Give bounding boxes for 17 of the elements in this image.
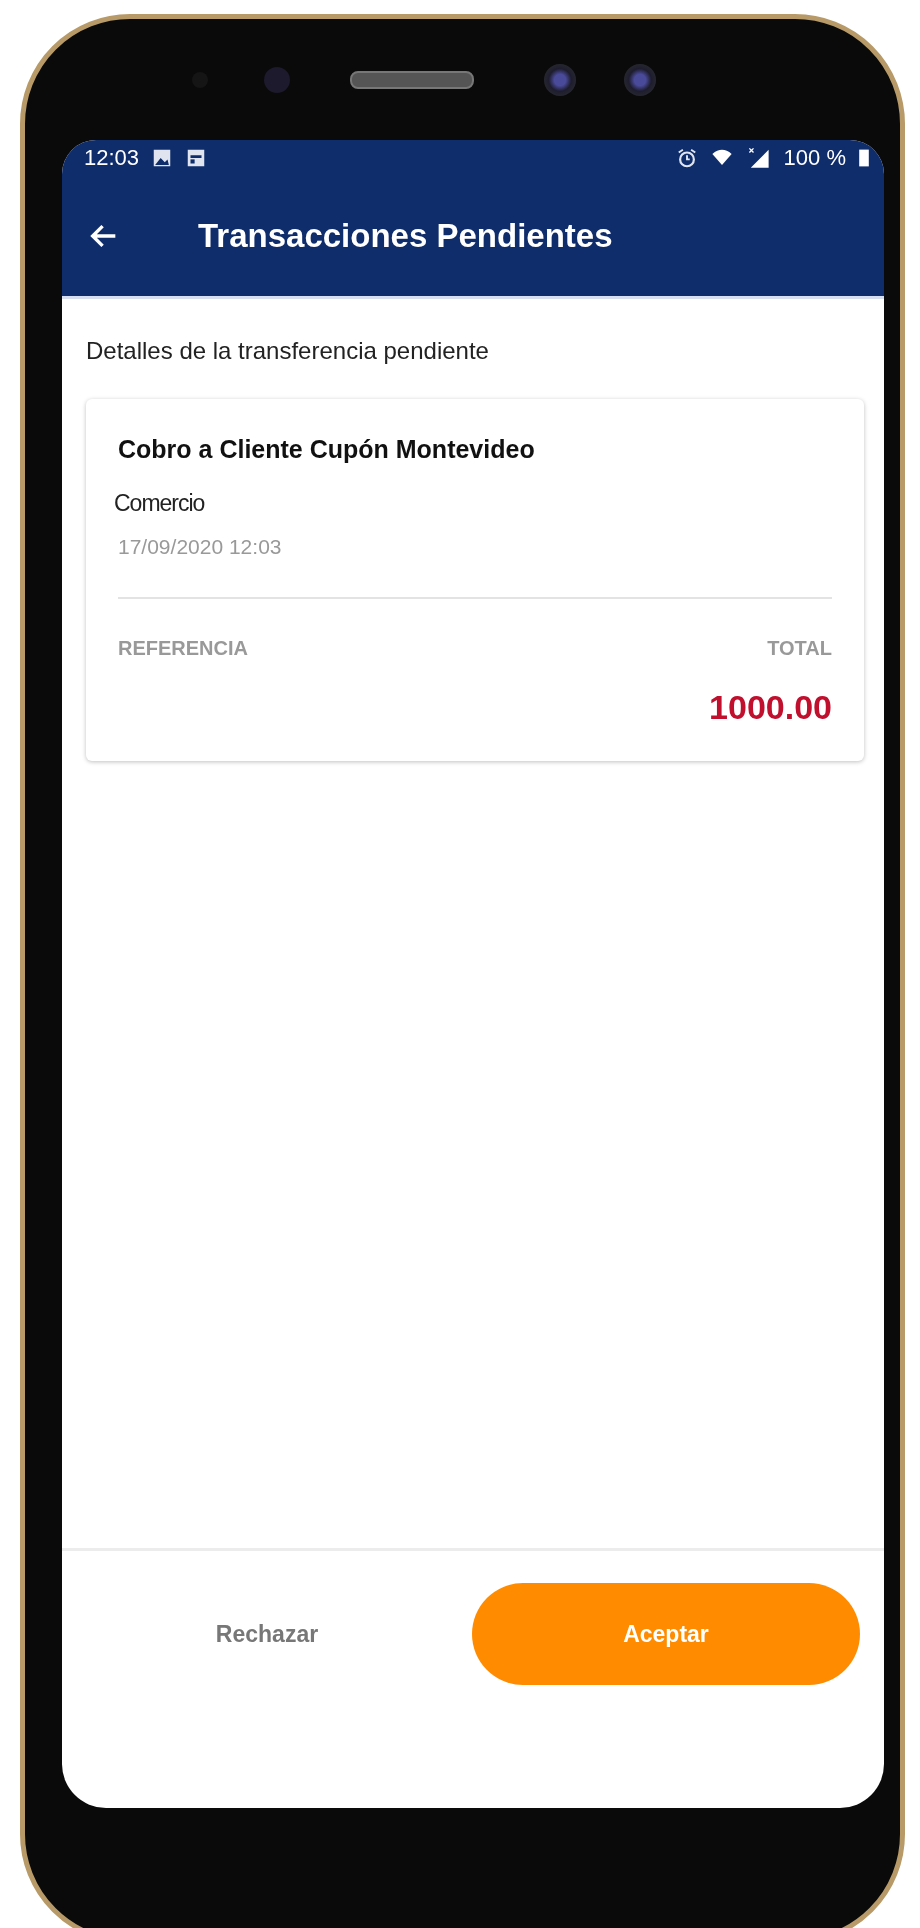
alarm-icon xyxy=(675,147,698,169)
screen-title: Transacciones Pendientes xyxy=(198,217,613,255)
transaction-title: Cobro a Cliente Cupón Montevideo xyxy=(118,435,536,464)
camera-icon xyxy=(264,66,290,93)
accept-button[interactable]: Aceptar xyxy=(472,1583,860,1685)
camera-icon xyxy=(544,63,576,96)
reference-label: REFERENCIA xyxy=(118,637,248,660)
reject-button[interactable]: Rechazar xyxy=(62,1583,472,1685)
transaction-date: 17/09/2020 12:03 xyxy=(118,535,283,559)
section-heading: Detalles de la transferencia pendiente xyxy=(86,337,490,365)
merchant-label: Comercio xyxy=(114,490,206,517)
camera-icon xyxy=(624,63,656,96)
total-amount: 1000.00 xyxy=(708,688,832,727)
status-time: 12:03 xyxy=(84,145,140,171)
battery-icon xyxy=(858,147,870,169)
total-label: TOTAL xyxy=(767,637,832,660)
battery-percentage: 100 % xyxy=(783,145,846,171)
